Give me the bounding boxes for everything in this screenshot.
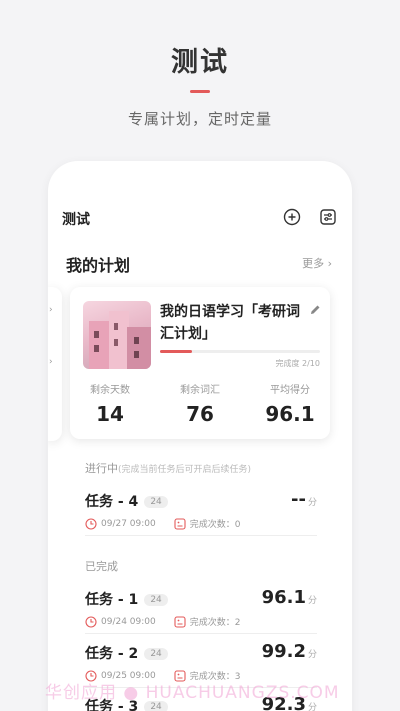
watermark: 华创应用 ● HUACHUANGZS.COM [45,683,340,703]
count-icon [174,517,186,530]
app-title: 测试 [62,212,90,228]
plan-card[interactable]: 我的日语学习「考研词汇计划」 完成度 2/10 剩余天数 14 剩余词汇 76 … [70,287,330,439]
my-plans-title: 我的计划 [66,256,131,275]
task-item[interactable]: 任务 - 4 24 -- 分 09/27 09:00 完成次数：0 [85,489,317,530]
plan-progress-label: 完成度 2/10 [275,359,320,368]
score-unit: 分 [307,650,317,660]
count-icon [174,615,186,628]
phone-screen: 测试 我的计划 更多 › › › 我的日语学习「考研词汇计划」 完成度 2/10… [48,161,352,711]
task-date: 09/24 09:00 [101,616,156,627]
stat-label: 剩余天数 [90,385,130,396]
stat-label: 剩余词汇 [180,385,220,396]
task-name: 任务 - 4 [85,494,139,510]
previous-plan-card[interactable]: › › [48,287,62,441]
chevron-right-icon: › [49,305,53,315]
score-unit: 分 [307,498,317,508]
stat-value: 96.1 [265,402,315,426]
edit-pencil-icon[interactable] [308,303,322,317]
more-link[interactable]: 更多 › [302,255,332,271]
task-item[interactable]: 任务 - 2 24 99.2 分 09/25 09:00 完成次数：3 [85,641,317,682]
task-score: 99.2 分 [261,641,317,662]
hero-title: 测试 [171,47,229,78]
stat-label: 平均得分 [270,385,310,396]
completed-header: 已完成 [85,558,118,574]
in-progress-header: 进行中(完成当前任务后可开启后续任务) [85,460,251,476]
in-progress-title: 进行中 [85,462,118,475]
plan-cover-image [83,301,151,369]
plan-title: 我的日语学习「考研词汇计划」 [160,304,300,342]
score-unit: 分 [307,703,317,711]
divider [85,633,317,634]
plan-progress-bar [160,350,320,353]
clock-icon [85,615,97,628]
task-score: -- 分 [291,489,317,510]
in-progress-hint: (完成当前任务后可开启后续任务) [118,465,252,475]
stat-value: 14 [96,402,124,426]
stat-value: 76 [186,402,214,426]
hero-subtitle: 专属计划，定时定量 [127,110,272,128]
task-complete-count: 完成次数：2 [189,618,241,628]
clock-icon [85,517,97,530]
score-unit: 分 [307,596,317,606]
more-label: 更多 [302,257,325,270]
stat-average-score: 平均得分 96.1 [250,381,330,426]
plan-progress-fill [160,350,192,353]
chevron-right-icon: › [327,257,332,270]
chevron-right-icon: › [49,357,53,367]
task-date: 09/27 09:00 [101,518,156,529]
task-badge: 24 [144,496,168,508]
task-score: 96.1 分 [261,587,317,608]
hero-accent-bar [190,90,210,93]
task-complete-count: 完成次数：0 [189,520,241,530]
task-item[interactable]: 任务 - 1 24 96.1 分 09/24 09:00 完成次数：2 [85,587,317,628]
stat-remaining-words: 剩余词汇 76 [160,381,240,426]
task-name: 任务 - 2 [85,646,139,662]
add-circle-icon[interactable] [283,208,301,226]
task-badge: 24 [144,648,168,660]
completed-title: 已完成 [85,560,118,573]
stat-remaining-days: 剩余天数 14 [70,381,150,426]
task-badge: 24 [144,594,168,606]
task-name: 任务 - 1 [85,592,139,608]
divider [85,535,317,536]
settings-sliders-icon[interactable] [319,208,337,226]
